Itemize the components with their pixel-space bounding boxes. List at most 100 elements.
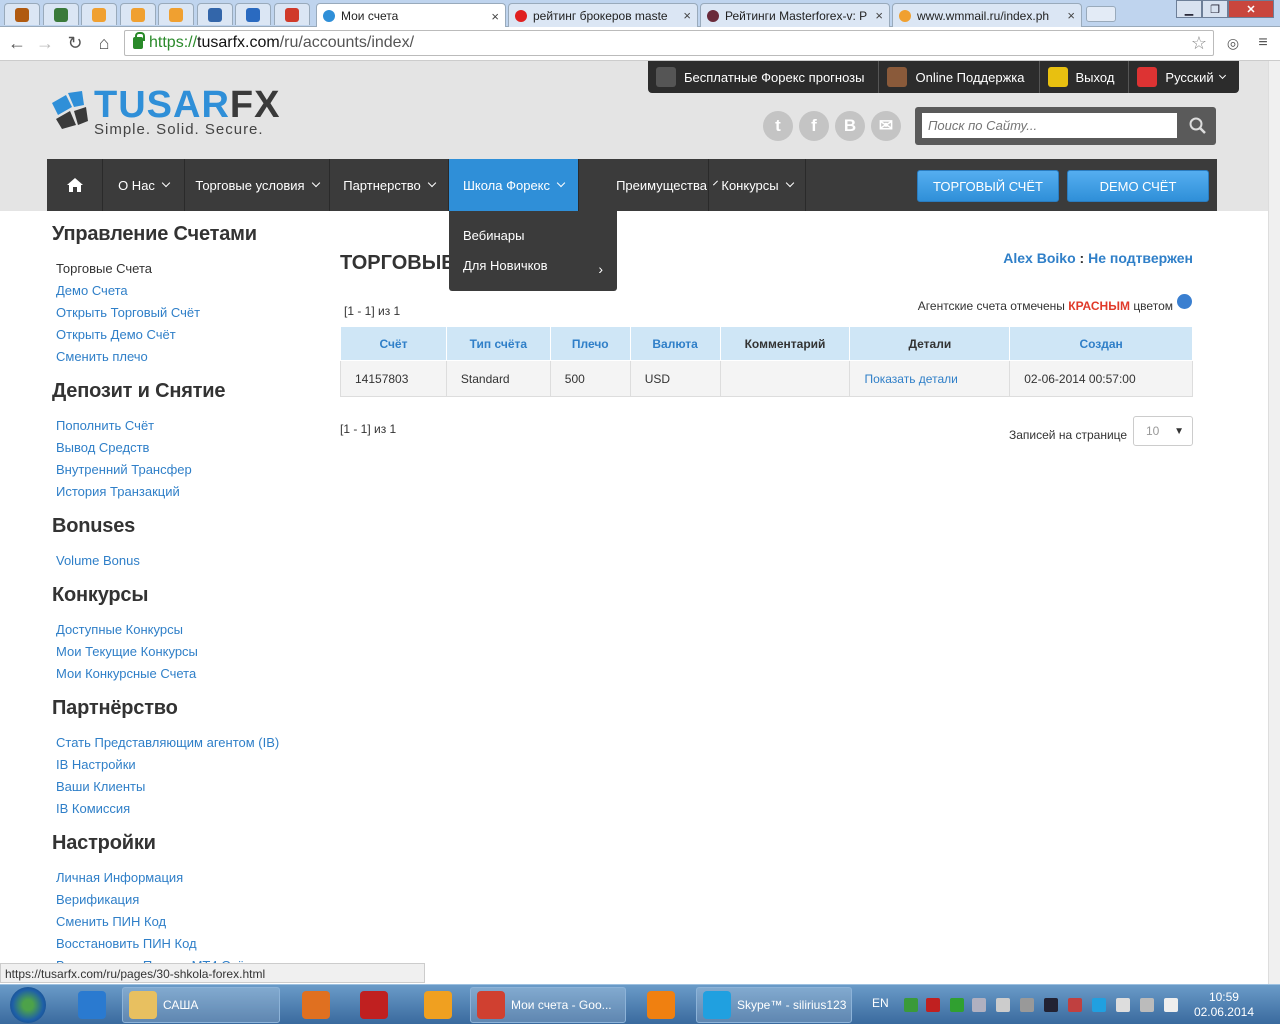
pinned-tab[interactable]: [42, 3, 79, 25]
dropdown-item-webinars[interactable]: Вебинары: [463, 228, 524, 243]
tray-check-icon[interactable]: [904, 998, 918, 1012]
nav-item[interactable]: Торговые условия: [185, 159, 330, 211]
taskbar-button[interactable]: Мои счета - Goo...: [470, 987, 626, 1023]
topbar-item-0[interactable]: Бесплатные Форекс прогнозы: [648, 61, 880, 93]
taskbar-button[interactable]: [412, 987, 464, 1023]
input-language[interactable]: EN: [872, 996, 889, 1010]
sidebar-link[interactable]: Открыть Демо Счёт: [56, 327, 176, 342]
close-window-button[interactable]: ✕: [1228, 0, 1274, 18]
nav-item[interactable]: Преимущества: [616, 159, 718, 211]
twitter-icon[interactable]: t: [763, 111, 793, 141]
taskbar-button[interactable]: [290, 987, 342, 1023]
sidebar-link[interactable]: Внутренний Трансфер: [56, 462, 192, 477]
pinned-tab[interactable]: [235, 3, 271, 25]
taskbar-button[interactable]: [66, 987, 118, 1023]
tray-device-icon[interactable]: [996, 998, 1010, 1012]
sidebar-link[interactable]: Торговые Счета: [56, 261, 152, 276]
tab-close-icon[interactable]: ×: [875, 8, 883, 23]
sidebar-link[interactable]: Демо Счета: [56, 283, 128, 298]
column-header[interactable]: Счёт: [340, 326, 447, 361]
column-header[interactable]: Комментарий: [719, 326, 851, 361]
sidebar-link[interactable]: Стать Представляющим агентом (IB): [56, 735, 279, 750]
topbar-item-3[interactable]: Русский: [1129, 61, 1238, 93]
facebook-icon[interactable]: f: [799, 111, 829, 141]
tray-pen-icon[interactable]: [1020, 998, 1034, 1012]
sidebar-link[interactable]: Сменить ПИН Код: [56, 914, 166, 929]
browser-tab[interactable]: Мои счета ×: [316, 3, 506, 28]
search-input[interactable]: [922, 113, 1177, 138]
browser-tab[interactable]: www.wmmail.ru/index.ph ×: [892, 3, 1082, 27]
show-details-link[interactable]: Показать детали: [849, 360, 1011, 397]
sidebar-link[interactable]: Мои Конкурсные Счета: [56, 666, 196, 681]
sidebar-link[interactable]: Восстановить ПИН Код: [56, 936, 197, 951]
tray-network-icon[interactable]: [1044, 998, 1058, 1012]
forward-button[interactable]: →: [34, 31, 56, 55]
browser-tab[interactable]: Рейтинги Masterforex-v: Р ×: [700, 3, 890, 27]
sidebar-link[interactable]: Личная Информация: [56, 870, 183, 885]
home-button[interactable]: ⌂: [93, 31, 115, 55]
trading-account-button[interactable]: ТОРГОВЫЙ СЧЁТ: [917, 170, 1059, 202]
column-header[interactable]: Плечо: [549, 326, 631, 361]
nav-item[interactable]: О Нас: [103, 159, 185, 211]
clock[interactable]: 10:59 02.06.2014: [1194, 990, 1254, 1020]
info-icon[interactable]: [1177, 294, 1192, 310]
taskbar-button[interactable]: САША: [122, 987, 280, 1023]
topbar-item-1[interactable]: Online Поддержка: [879, 61, 1040, 93]
browser-tab[interactable]: рейтинг брокеров maste ×: [508, 3, 698, 27]
column-header[interactable]: Создан: [1009, 326, 1193, 361]
site-logo[interactable]: TUSARFX Simple. Solid. Secure.: [48, 85, 279, 138]
topbar-item-2[interactable]: Выход: [1040, 61, 1130, 93]
user-name[interactable]: Alex Boiko: [1003, 250, 1075, 266]
tray-sync-icon[interactable]: [950, 998, 964, 1012]
minimize-button[interactable]: ▁: [1176, 0, 1202, 18]
start-button[interactable]: [2, 985, 52, 1024]
bookmark-star-icon[interactable]: ☆: [1191, 33, 1207, 54]
sidebar-link[interactable]: Ваши Клиенты: [56, 779, 145, 794]
reload-button[interactable]: ↻: [64, 31, 86, 55]
sidebar-link[interactable]: Вывод Средств: [56, 440, 149, 455]
tab-close-icon[interactable]: ×: [491, 9, 499, 24]
verification-status[interactable]: Не подтвержен: [1088, 250, 1193, 266]
pinned-tab[interactable]: [119, 3, 156, 25]
tray-flag-icon[interactable]: [972, 998, 986, 1012]
taskbar-button[interactable]: [635, 987, 687, 1023]
nav-item[interactable]: Партнерство: [330, 159, 449, 211]
extension-icon[interactable]: ◎: [1222, 31, 1244, 55]
back-button[interactable]: ←: [6, 31, 28, 55]
pinned-tab[interactable]: [4, 3, 40, 25]
per-page-select[interactable]: 10 ▼: [1133, 416, 1193, 446]
tray-monitor-icon[interactable]: [1140, 998, 1154, 1012]
maximize-button[interactable]: ❐: [1202, 0, 1228, 18]
dropdown-item-beginners[interactable]: Для Новичков: [463, 258, 548, 273]
sidebar-link[interactable]: История Транзакций: [56, 484, 180, 499]
nav-item[interactable]: Конкурсы: [709, 159, 806, 211]
tray-adobe-icon[interactable]: [926, 998, 940, 1012]
tray-volume-icon[interactable]: [1164, 998, 1178, 1012]
sidebar-link[interactable]: IB Настройки: [56, 757, 136, 772]
sidebar-link[interactable]: Сменить плечо: [56, 349, 148, 364]
sidebar-link[interactable]: Доступные Конкурсы: [56, 622, 183, 637]
tab-close-icon[interactable]: ×: [683, 8, 691, 23]
taskbar-button[interactable]: Skype™ - silirius123: [696, 987, 852, 1023]
sidebar-link[interactable]: Открыть Торговый Счёт: [56, 305, 200, 320]
page-scrollbar[interactable]: [1268, 61, 1280, 991]
mail-icon[interactable]: ✉: [871, 111, 901, 141]
pinned-tab[interactable]: [81, 3, 117, 25]
pinned-tab[interactable]: [273, 3, 310, 25]
address-bar[interactable]: https://tusarfx.com/ru/accounts/index/ ☆: [124, 30, 1214, 56]
menu-icon[interactable]: ≡: [1252, 31, 1274, 55]
new-tab-button[interactable]: [1086, 6, 1116, 22]
sidebar-link[interactable]: Пополнить Счёт: [56, 418, 154, 433]
pinned-tab[interactable]: [196, 3, 233, 25]
column-header[interactable]: Валюта: [629, 326, 721, 361]
column-header[interactable]: Тип счёта: [445, 326, 551, 361]
taskbar-button[interactable]: [348, 987, 400, 1023]
sidebar-link[interactable]: Volume Bonus: [56, 553, 140, 568]
search-icon[interactable]: [1188, 116, 1208, 136]
nav-item[interactable]: Школа Форекс: [449, 159, 579, 211]
sidebar-link[interactable]: Верификация: [56, 892, 139, 907]
tab-close-icon[interactable]: ×: [1067, 8, 1075, 23]
column-header[interactable]: Детали: [849, 326, 1011, 361]
demo-account-button[interactable]: DEMO СЧЁТ: [1067, 170, 1209, 202]
tray-action-center-icon[interactable]: [1116, 998, 1130, 1012]
